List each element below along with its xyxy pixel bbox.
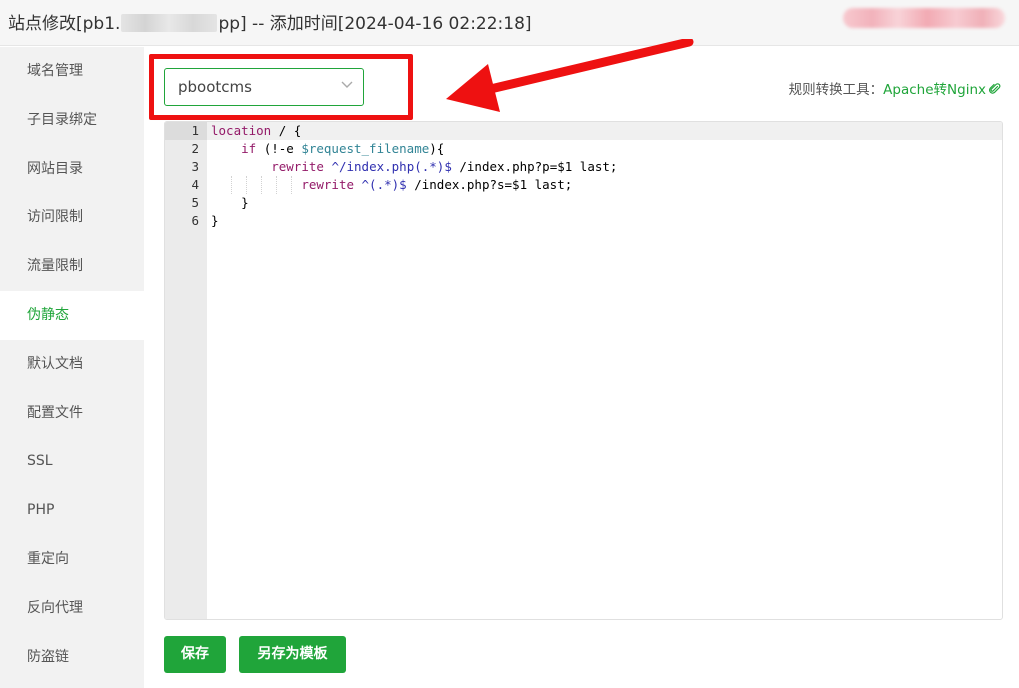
redacted-domain (121, 14, 218, 32)
line-number: 1 (191, 123, 199, 138)
window-title: 站点修改[pb1. pp] -- 添加时间[2024-04-16 02:22:18… (8, 9, 532, 34)
sidebar-item-config-file[interactable]: 配置文件 (0, 389, 144, 438)
line-number: 5 (191, 195, 199, 210)
rewrite-template-value: pbootcms (178, 78, 252, 96)
rule-converter: 规则转换工具：Apache转Nginx (789, 78, 1001, 98)
title-bar: 站点修改[pb1. pp] -- 添加时间[2024-04-16 02:22:18… (0, 0, 1019, 46)
sidebar-item-ssl[interactable]: SSL (0, 437, 144, 486)
title-prefix: 站点修改[pb1. (8, 14, 121, 34)
paperclip-icon[interactable] (989, 83, 1001, 95)
chevron-down-icon (341, 81, 353, 88)
sidebar-item-rewrite[interactable]: 伪静态 (0, 290, 144, 340)
code-line: location / { (211, 123, 302, 138)
sidebar-item-hotlink[interactable]: 防盗链 (0, 633, 144, 682)
sidebar-item-access-limit[interactable]: 访问限制 (0, 193, 144, 242)
code-line: rewrite ^/index.php(.*)$ /index.php?p=$1… (271, 159, 618, 174)
sidebar: 域名管理 子目录绑定 网站目录 访问限制 流量限制 伪静态 默认文档 配置文件 … (0, 47, 144, 688)
code-line: } (211, 213, 219, 228)
rewrite-template-select[interactable]: pbootcms (164, 68, 364, 106)
redacted-window-controls (843, 8, 1005, 28)
line-number: 3 (191, 159, 199, 174)
code-editor[interactable]: 1 2 3 4 5 6 location / { if (!-e $reques… (164, 121, 1003, 620)
sidebar-item-site-dir[interactable]: 网站目录 (0, 145, 144, 194)
sidebar-item-traffic-limit[interactable]: 流量限制 (0, 242, 144, 291)
line-number: 2 (191, 141, 199, 156)
apache-to-nginx-link[interactable]: Apache转Nginx (883, 82, 986, 98)
sidebar-item-default-doc[interactable]: 默认文档 (0, 340, 144, 389)
save-button[interactable]: 保存 (164, 636, 226, 673)
sidebar-item-subdir-binding[interactable]: 子目录绑定 (0, 96, 144, 145)
title-suffix: pp] -- 添加时间[2024-04-16 02:22:18] (218, 14, 532, 34)
code-line: rewrite ^(.*)$ /index.php?s=$1 last; (301, 177, 573, 192)
code-line: if (!-e $request_filename){ (241, 141, 445, 156)
sidebar-item-php[interactable]: PHP (0, 486, 144, 535)
rule-converter-label: 规则转换工具： (788, 82, 884, 98)
line-number: 4 (191, 177, 199, 192)
sidebar-item-redirect[interactable]: 重定向 (0, 535, 144, 584)
save-as-template-button[interactable]: 另存为模板 (239, 636, 346, 673)
sidebar-item-domain[interactable]: 域名管理 (0, 47, 144, 96)
annotation-arrow-icon (446, 39, 694, 112)
line-number: 6 (191, 213, 199, 228)
sidebar-item-reverse-proxy[interactable]: 反向代理 (0, 584, 144, 633)
main-panel: pbootcms 规则转换工具：Apache转Nginx 1 2 3 4 5 6… (144, 39, 1019, 688)
code-line: } (211, 195, 249, 210)
